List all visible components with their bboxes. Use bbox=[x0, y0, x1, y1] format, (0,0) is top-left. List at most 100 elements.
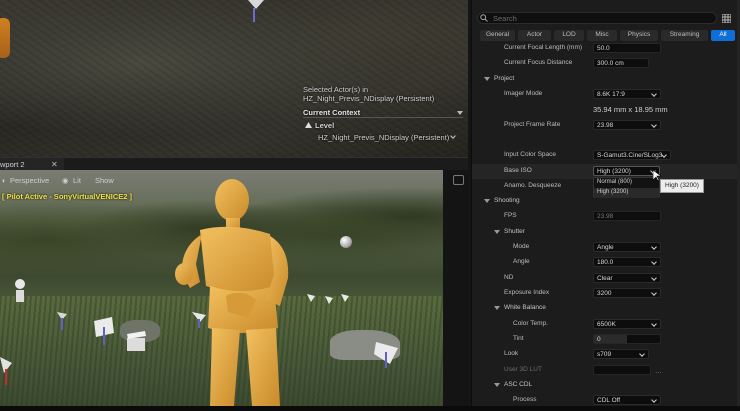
shutter-mode-dropdown[interactable]: Angle bbox=[593, 242, 661, 252]
base-iso-dropdown[interactable]: High (3200) bbox=[593, 166, 660, 176]
shutter-angle-value: 180.0 bbox=[597, 259, 614, 266]
collapse-arrow-icon[interactable] bbox=[484, 77, 490, 81]
tab-misc[interactable]: Misc bbox=[587, 30, 617, 41]
collapse-arrow-icon[interactable] bbox=[494, 383, 500, 387]
process-label: Process bbox=[513, 396, 537, 403]
look-row: Look s709 bbox=[472, 347, 740, 362]
details-panel: Search General Actor LOD Misc Physics St… bbox=[471, 0, 740, 406]
show-button[interactable]: Show bbox=[95, 176, 114, 185]
nd-label: ND bbox=[504, 274, 514, 281]
project-category[interactable]: Project bbox=[472, 72, 740, 87]
asc-cdl-category[interactable]: ASC CDL bbox=[472, 378, 740, 393]
level-value[interactable]: HZ_Night_Previs_NDisplay (Persistent) bbox=[318, 133, 449, 142]
chevron-down-icon bbox=[651, 259, 657, 265]
top-viewport[interactable]: Selected Actor(s) in HZ_Night_Previs_NDi… bbox=[0, 0, 468, 157]
mannequin-character bbox=[175, 179, 289, 406]
tint-slider[interactable]: 0 bbox=[593, 334, 661, 344]
tooltip: High (3200) bbox=[660, 179, 704, 193]
skeleton-icon bbox=[15, 279, 25, 302]
selected-actor-line1: Selected Actor(s) in bbox=[303, 85, 369, 94]
exposure-index-value: 3200 bbox=[597, 290, 612, 297]
nd-value: Clear bbox=[597, 275, 613, 282]
frame-rate-label: Project Frame Rate bbox=[504, 121, 561, 128]
shutter-mode-value: Angle bbox=[597, 244, 614, 251]
tab-lod[interactable]: LOD bbox=[554, 30, 584, 41]
collapse-arrow-icon[interactable] bbox=[494, 306, 500, 310]
collapse-arrow-icon[interactable] bbox=[484, 199, 490, 203]
viewport-tab-label: wport 2 bbox=[0, 160, 25, 169]
chevron-down-icon bbox=[651, 122, 657, 128]
chevron-down-icon bbox=[651, 244, 657, 250]
viewport-side-gap bbox=[443, 170, 468, 406]
collapse-arrow-icon[interactable] bbox=[494, 230, 500, 234]
shutter-category[interactable]: Shutter bbox=[472, 225, 740, 240]
pilot-active-label: [ Pilot Active - SonyVirtualVENICE2 ] bbox=[2, 192, 133, 201]
exposure-index-dropdown[interactable]: 3200 bbox=[593, 288, 661, 298]
level-icon bbox=[305, 122, 312, 128]
tab-all[interactable]: All bbox=[711, 30, 735, 41]
shutter-angle-row: Angle 180.0 bbox=[472, 255, 740, 270]
fps-row: FPS 23.98 bbox=[472, 209, 740, 224]
focus-distance-field[interactable]: 300.0 cm bbox=[593, 58, 649, 68]
search-icon bbox=[480, 14, 488, 22]
look-value: s709 bbox=[597, 351, 612, 358]
shutter-mode-row: Mode Angle bbox=[472, 240, 740, 255]
viewport-tab-bar: wport 2 ✕ bbox=[0, 157, 468, 171]
focal-length-field[interactable]: 50.0 bbox=[593, 43, 661, 53]
fps-label: FPS bbox=[504, 212, 517, 219]
tab-actor[interactable]: Actor bbox=[518, 30, 551, 41]
sensor-size-text: 35.94 mm x 18.95 mm bbox=[593, 105, 668, 114]
color-temp-row: Color Temp. 6500K bbox=[472, 317, 740, 332]
look-dropdown[interactable]: s709 bbox=[593, 349, 649, 359]
imager-mode-label: Imager Mode bbox=[504, 90, 543, 97]
flag-markers-icon bbox=[307, 294, 349, 304]
input-color-space-dropdown[interactable]: S-Gamut3.Cine/SLog3 bbox=[593, 150, 671, 160]
imager-mode-dropdown[interactable]: 8.6K 17:9 bbox=[593, 89, 661, 99]
lit-button[interactable]: Lit bbox=[73, 176, 81, 185]
details-tabs: General Actor LOD Misc Physics Streaming… bbox=[480, 30, 738, 41]
iso-option-high[interactable]: High (3200) bbox=[594, 188, 659, 198]
sensor-size-row: 35.94 mm x 18.95 mm bbox=[472, 102, 740, 117]
chevron-down-icon bbox=[651, 397, 657, 403]
color-temp-dropdown[interactable]: 6500K bbox=[593, 319, 661, 329]
user-3d-lut-field[interactable] bbox=[593, 365, 651, 375]
perspective-icon[interactable]: ◐ bbox=[2, 176, 7, 185]
input-color-space-row: Input Color Space S-Gamut3.Cine/SLog3 bbox=[472, 148, 740, 163]
nd-row: ND Clear bbox=[472, 271, 740, 286]
process-row: Process CDL Off bbox=[472, 393, 740, 406]
focal-length-row: Current Focal Length (mm) 50.0 bbox=[472, 41, 740, 56]
tab-streaming[interactable]: Streaming bbox=[661, 30, 708, 41]
frame-rate-dropdown[interactable]: 23.98 bbox=[593, 120, 661, 130]
look-label: Look bbox=[504, 350, 519, 357]
browse-icon[interactable]: … bbox=[655, 368, 662, 375]
focal-length-label: Current Focal Length (mm) bbox=[504, 44, 583, 51]
focus-distance-row: Current Focus Distance 300.0 cm bbox=[472, 56, 740, 71]
white-balance-category[interactable]: White Balance bbox=[472, 301, 740, 316]
reflection-sphere bbox=[340, 236, 352, 248]
tab-general[interactable]: General bbox=[480, 30, 515, 41]
shutter-angle-dropdown[interactable]: 180.0 bbox=[593, 257, 661, 267]
viewport-layout-icon[interactable] bbox=[453, 175, 464, 185]
input-color-space-value: S-Gamut3.Cine/SLog3 bbox=[597, 152, 663, 159]
white-balance-category-label: White Balance bbox=[504, 304, 546, 311]
frame-rate-row: Project Frame Rate 23.98 bbox=[472, 118, 740, 133]
chevron-down-icon bbox=[639, 351, 645, 357]
chevron-down-icon bbox=[651, 290, 657, 296]
tab-physics[interactable]: Physics bbox=[620, 30, 658, 41]
close-icon[interactable]: ✕ bbox=[51, 160, 58, 169]
nd-dropdown[interactable]: Clear bbox=[593, 273, 661, 283]
perspective-button[interactable]: Perspective bbox=[10, 176, 49, 185]
asc-cdl-category-label: ASC CDL bbox=[504, 381, 533, 388]
project-category-label: Project bbox=[494, 75, 515, 82]
grid-view-icon[interactable] bbox=[722, 14, 731, 23]
current-context-collapse-icon[interactable] bbox=[457, 111, 463, 115]
chevron-down-icon bbox=[651, 275, 657, 281]
selected-actor-line2: HZ_Night_Previs_NDisplay (Persistent) bbox=[303, 94, 435, 103]
chevron-down-icon bbox=[651, 321, 657, 327]
status-strip bbox=[0, 406, 740, 411]
imager-mode-row: Imager Mode 8.6K 17:9 bbox=[472, 87, 740, 102]
focus-distance-label: Current Focus Distance bbox=[504, 59, 573, 66]
process-dropdown[interactable]: CDL Off bbox=[593, 395, 661, 405]
iso-option-normal[interactable]: Normal (800) bbox=[594, 178, 659, 188]
lit-icon[interactable]: ◉ bbox=[62, 176, 69, 185]
